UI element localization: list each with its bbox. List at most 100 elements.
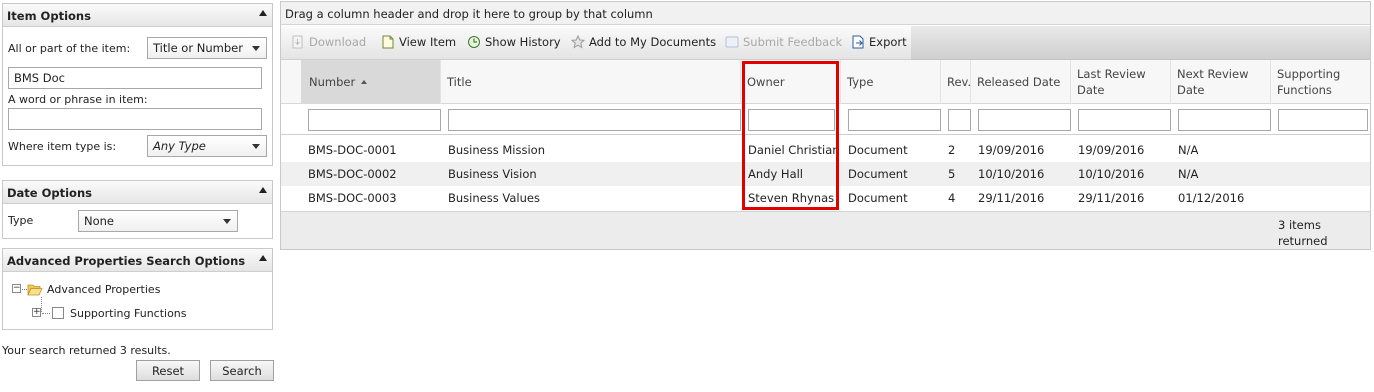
reset-button-label: Reset xyxy=(151,364,185,378)
submit-feedback-label: Submit Feedback xyxy=(743,35,843,49)
column-header-released-date[interactable]: Released Date xyxy=(971,60,1071,104)
cell-type: Document xyxy=(848,143,908,157)
filter-last-review-input[interactable] xyxy=(1078,109,1171,131)
column-header-owner-label: Owner xyxy=(747,75,785,89)
column-header-next-review-date-label: Next Review Date xyxy=(1177,67,1249,97)
match-type-select[interactable]: Title or Number xyxy=(147,37,267,59)
column-header-owner[interactable]: Owner xyxy=(741,60,841,104)
search-button[interactable]: Search xyxy=(210,360,274,381)
column-header-last-review-date-label: Last Review Date xyxy=(1077,67,1146,97)
export-icon xyxy=(851,35,865,49)
submit-feedback-button[interactable]: Submit Feedback xyxy=(725,35,842,49)
filter-rev-input[interactable] xyxy=(948,109,971,131)
download-button[interactable]: Download xyxy=(291,35,366,49)
column-header-rev-label: Rev. xyxy=(947,75,972,89)
item-options-title: Item Options xyxy=(7,9,91,23)
export-label: Export xyxy=(869,35,907,49)
collapse-tree-icon[interactable]: − xyxy=(12,284,21,293)
date-type-label: Type xyxy=(8,214,34,227)
advanced-options-panel: Advanced Properties Search Options − Adv… xyxy=(2,248,273,330)
column-header-number-label: Number xyxy=(309,75,356,89)
view-item-button[interactable]: View Item xyxy=(381,35,456,49)
cell-next-review-date: 01/12/2016 xyxy=(1178,191,1245,205)
filter-released-input[interactable] xyxy=(978,109,1071,131)
cell-last-review-date: 19/09/2016 xyxy=(1078,143,1145,157)
export-button[interactable]: Export xyxy=(851,35,907,49)
match-type-value: Title or Number xyxy=(153,41,243,55)
show-history-label: Show History xyxy=(485,35,561,49)
item-type-label: Where item type is: xyxy=(8,140,117,153)
item-search-value: BMS Doc xyxy=(14,71,65,85)
filter-number-input[interactable] xyxy=(308,109,441,131)
items-returned-count: 3 items returned xyxy=(1278,218,1328,248)
expand-tree-icon[interactable]: + xyxy=(32,308,41,317)
history-icon xyxy=(467,35,481,49)
collapse-icon[interactable] xyxy=(259,187,267,193)
sort-ascending-icon xyxy=(361,80,368,84)
cell-next-review-date: N/A xyxy=(1178,167,1199,181)
table-row[interactable]: BMS-DOC-0001 Business Mission Daniel Chr… xyxy=(281,138,1370,162)
cell-rev: 2 xyxy=(948,143,956,157)
column-header-type[interactable]: Type xyxy=(841,60,941,104)
cell-last-review-date: 10/10/2016 xyxy=(1078,167,1145,181)
date-type-value: None xyxy=(84,214,115,228)
date-type-select[interactable]: None xyxy=(78,210,238,232)
supporting-functions-checkbox[interactable] xyxy=(52,307,64,319)
feedback-icon xyxy=(725,35,739,49)
column-header-last-review-date[interactable]: Last Review Date xyxy=(1071,60,1171,104)
filter-owner-input[interactable] xyxy=(748,109,835,131)
cell-number: BMS-DOC-0001 xyxy=(308,143,397,157)
phrase-input[interactable] xyxy=(8,108,262,130)
column-header-title-label: Title xyxy=(447,75,472,89)
all-or-part-label: All or part of the item: xyxy=(8,42,131,55)
column-header-supporting-functions[interactable]: Supporting Functions xyxy=(1271,60,1370,104)
column-header-supporting-functions-label: Supporting Functions xyxy=(1277,67,1341,97)
filter-title-input[interactable] xyxy=(448,109,741,131)
tree-child-label[interactable]: Supporting Functions xyxy=(70,307,187,320)
cell-number: BMS-DOC-0002 xyxy=(308,167,397,181)
group-hint: Drag a column header and drop it here to… xyxy=(285,7,653,21)
grid-footer: 3 items returned xyxy=(281,211,1370,249)
cell-released-date: 19/09/2016 xyxy=(978,143,1045,157)
group-drop-area[interactable]: Drag a column header and drop it here to… xyxy=(281,2,1370,25)
table-row[interactable]: BMS-DOC-0003 Business Values Steven Rhyn… xyxy=(281,186,1370,210)
column-header-number[interactable]: Number xyxy=(301,60,441,104)
cell-next-review-date: N/A xyxy=(1178,143,1199,157)
column-header-title[interactable]: Title xyxy=(441,60,741,104)
tree-root-label[interactable]: Advanced Properties xyxy=(47,283,160,296)
chevron-down-icon xyxy=(252,46,260,51)
item-type-select[interactable]: Any Type xyxy=(147,135,267,157)
cell-rev: 4 xyxy=(948,191,956,205)
item-search-input[interactable]: BMS Doc xyxy=(8,67,262,89)
grid-toolbar: Download View Item Show History Add to M… xyxy=(281,26,911,60)
date-options-title: Date Options xyxy=(7,186,92,200)
table-row[interactable]: BMS-DOC-0002 Business Vision Andy Hall D… xyxy=(281,162,1370,186)
chevron-down-icon xyxy=(223,219,231,224)
filter-next-review-input[interactable] xyxy=(1178,109,1271,131)
column-header-row: Number Title Owner Type Rev. Released Da… xyxy=(281,60,1370,104)
cell-type: Document xyxy=(848,167,908,181)
date-options-panel: Date Options Type None xyxy=(2,180,273,239)
collapse-icon[interactable] xyxy=(259,255,267,261)
cell-owner: Steven Rhynas xyxy=(748,191,835,205)
column-header-rev[interactable]: Rev. xyxy=(941,60,971,104)
advanced-options-header[interactable]: Advanced Properties Search Options xyxy=(3,249,272,272)
cell-number: BMS-DOC-0003 xyxy=(308,191,397,205)
reset-button[interactable]: Reset xyxy=(136,360,200,381)
collapse-icon[interactable] xyxy=(259,10,267,16)
add-to-my-documents-button[interactable]: Add to My Documents xyxy=(570,34,716,49)
cell-title: Business Vision xyxy=(448,167,537,181)
cell-type: Document xyxy=(848,191,908,205)
item-options-panel: Item Options All or part of the item: Ti… xyxy=(2,3,273,166)
column-header-released-date-label: Released Date xyxy=(977,75,1061,89)
search-button-label: Search xyxy=(222,364,262,378)
filter-supporting-input[interactable] xyxy=(1278,109,1368,131)
tree-connector xyxy=(41,297,42,312)
item-options-header[interactable]: Item Options xyxy=(3,4,272,27)
filter-type-input[interactable] xyxy=(848,109,941,131)
show-history-button[interactable]: Show History xyxy=(467,35,561,49)
star-icon xyxy=(570,34,586,49)
item-type-value: Any Type xyxy=(153,139,206,153)
date-options-header[interactable]: Date Options xyxy=(3,181,272,204)
column-header-next-review-date[interactable]: Next Review Date xyxy=(1171,60,1271,104)
